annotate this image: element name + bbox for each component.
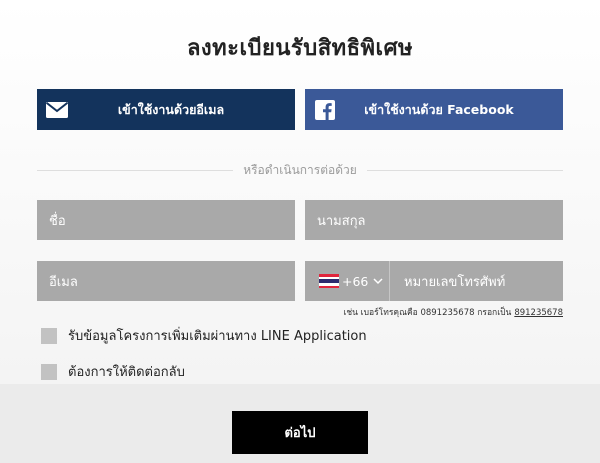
callback-label: ต้องการให้ติดต่อกลับ	[68, 365, 185, 380]
first-name-field[interactable]: ชื่อ	[37, 200, 295, 240]
envelope-icon	[37, 89, 77, 130]
phone-hint: เช่น เบอร์โทรคุณคือ 0891235678 กรอกเป็น 8…	[344, 305, 564, 319]
phone-input[interactable]: หมายเลขโทรศัพท์	[390, 271, 505, 292]
callback-checkbox[interactable]: ต้องการให้ติดต่อกลับ	[41, 361, 185, 382]
or-divider: หรือดำเนินการต่อด้วย	[37, 160, 563, 180]
country-code-select[interactable]: +66	[305, 261, 390, 301]
divider-text: หรือดำเนินการต่อด้วย	[243, 162, 357, 177]
line-optin-checkbox[interactable]: รับข้อมูลโครงการเพิ่มเติมผ่านทาง LINE Ap…	[41, 325, 367, 346]
phone-hint-example: 891235678	[514, 308, 563, 318]
next-button[interactable]: ต่อไป	[232, 411, 368, 454]
line-optin-box[interactable]	[41, 327, 57, 344]
facebook-login-label: เข้าใช้งานด้วย Facebook	[364, 101, 514, 117]
page-title: ลงทะเบียนรับสิทธิพิเศษ	[186, 36, 414, 61]
country-code: +66	[342, 273, 369, 289]
email-login-label: เข้าใช้งานด้วยอีเมล	[117, 101, 225, 117]
registration-card: ลงทะเบียนรับสิทธิพิเศษ เข้าใช้งานด้วยอีเ…	[0, 0, 600, 384]
facebook-icon	[305, 89, 345, 130]
phone-hint-text: เช่น เบอร์โทรคุณคือ 0891235678 กรอกเป็น	[343, 308, 512, 318]
first-name-placeholder: ชื่อ	[49, 213, 66, 229]
divider-line-left	[37, 169, 234, 171]
last-name-placeholder: นามสกุล	[317, 213, 366, 229]
thailand-flag-icon	[319, 274, 339, 288]
callback-box[interactable]	[41, 363, 57, 380]
chevron-down-icon	[373, 274, 383, 289]
email-placeholder: อีเมล	[49, 274, 78, 290]
last-name-field[interactable]: นามสกุล	[305, 200, 563, 240]
line-optin-label: รับข้อมูลโครงการเพิ่มเติมผ่านทาง LINE Ap…	[68, 329, 367, 344]
email-login-button[interactable]: เข้าใช้งานด้วยอีเมล	[37, 89, 295, 130]
email-field[interactable]: อีเมล	[37, 261, 295, 301]
divider-line-right	[366, 169, 563, 171]
facebook-login-button[interactable]: เข้าใช้งานด้วย Facebook	[305, 89, 563, 130]
phone-field: +66 หมายเลขโทรศัพท์	[305, 261, 563, 301]
